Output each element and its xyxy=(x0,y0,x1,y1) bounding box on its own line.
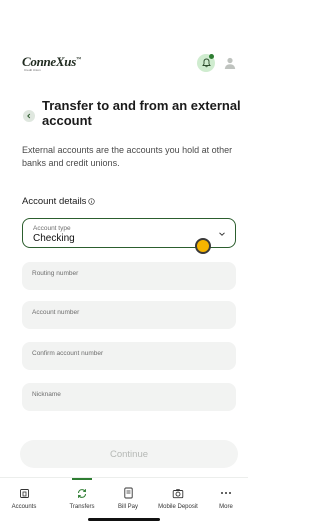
logo-subtext: Credit Union xyxy=(24,68,41,72)
confirm-account-number-placeholder: Confirm account number xyxy=(32,350,104,357)
account-details-heading: Account details xyxy=(22,196,96,207)
user-profile-icon[interactable] xyxy=(223,56,237,70)
account-type-label: Account type xyxy=(33,225,71,232)
account-details-label: Account details xyxy=(22,196,87,207)
tab-accounts-label: Accounts xyxy=(11,504,37,510)
logo-trademark: ™ xyxy=(75,57,81,63)
routing-number-placeholder: Routing number xyxy=(32,270,79,277)
tab-mobile-deposit[interactable]: Mobile Deposit xyxy=(152,478,204,518)
accounts-icon xyxy=(19,488,29,498)
confirm-account-number-field[interactable]: Confirm account number xyxy=(22,342,236,370)
nickname-placeholder: Nickname xyxy=(32,391,61,398)
camera-icon xyxy=(172,488,184,498)
tab-mobile-deposit-label: Mobile Deposit xyxy=(158,504,198,510)
bill-pay-icon xyxy=(123,487,133,499)
tap-indicator xyxy=(195,238,211,254)
app-header: ConneXus™ Credit Union xyxy=(0,48,248,78)
notification-badge xyxy=(209,54,214,59)
more-icon xyxy=(221,492,231,494)
page-description: External accounts are the accounts you h… xyxy=(22,145,233,168)
chevron-down-icon xyxy=(219,232,225,236)
continue-button[interactable]: Continue xyxy=(20,440,238,468)
tab-bill-pay-label: Bill Pay xyxy=(117,504,138,510)
logo-text: ConneXus xyxy=(22,54,76,69)
tab-more-label: More xyxy=(219,504,233,510)
tab-transfers[interactable]: Transfers xyxy=(62,478,102,518)
account-number-field[interactable]: Account number xyxy=(22,301,236,329)
chevron-left-icon xyxy=(27,113,31,119)
tab-accounts[interactable]: Accounts xyxy=(4,478,44,518)
nickname-field[interactable]: Nickname xyxy=(22,383,236,411)
info-icon[interactable] xyxy=(88,198,96,205)
account-number-placeholder: Account number xyxy=(32,309,80,316)
tab-more[interactable]: More xyxy=(210,478,242,518)
tab-bill-pay[interactable]: Bill Pay xyxy=(108,478,148,518)
home-indicator xyxy=(88,518,160,521)
back-button[interactable] xyxy=(23,110,35,122)
page-title: Transfer to and from an external account xyxy=(42,98,241,128)
tab-transfers-label: Transfers xyxy=(69,504,95,510)
transfers-icon xyxy=(78,488,86,498)
account-type-value: Checking xyxy=(33,233,75,244)
notifications-button[interactable] xyxy=(197,54,215,72)
bell-icon xyxy=(201,58,211,68)
routing-number-field[interactable]: Routing number xyxy=(22,262,236,290)
